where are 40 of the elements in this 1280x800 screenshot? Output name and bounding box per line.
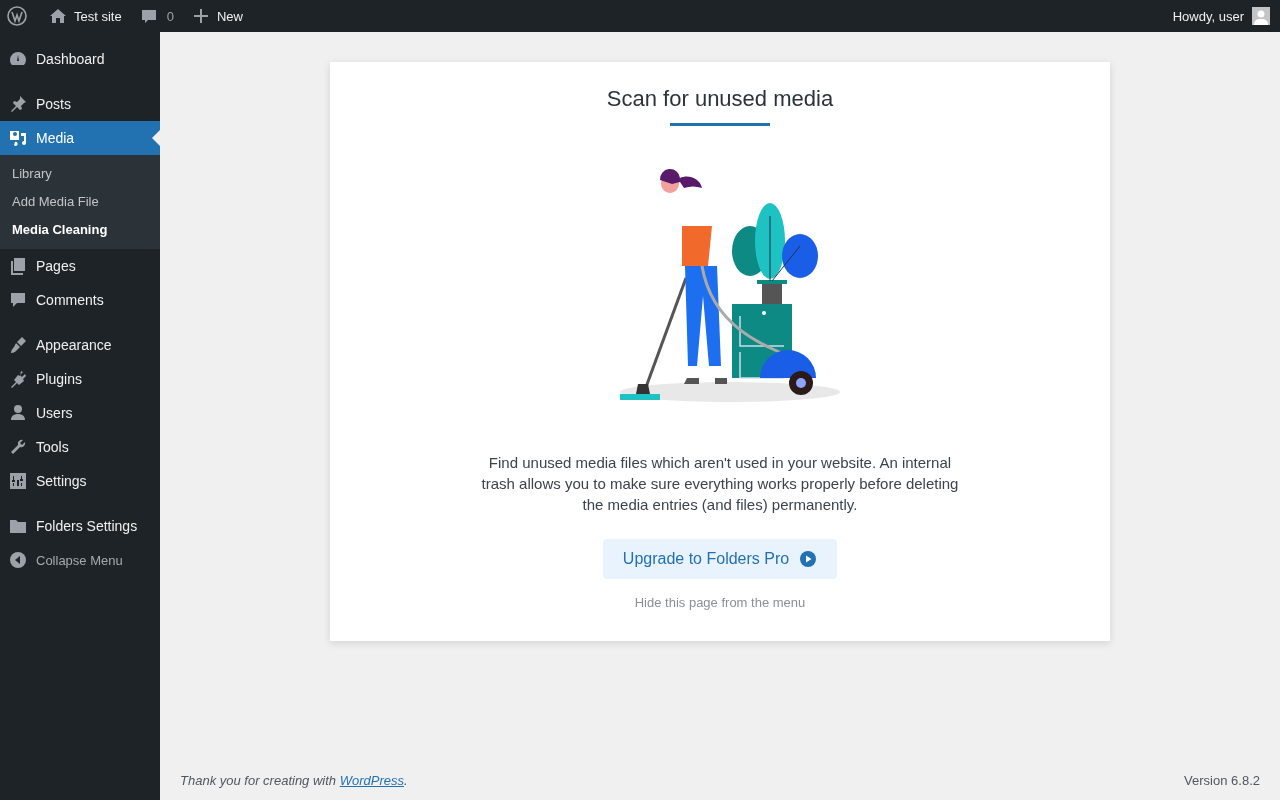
menu-item[interactable]: Settings bbox=[0, 464, 160, 498]
version-text: Version 6.8.2 bbox=[1184, 773, 1260, 788]
new-label: New bbox=[216, 8, 243, 24]
site-link[interactable]: Test site bbox=[41, 0, 132, 32]
upgrade-button[interactable]: Upgrade to Folders Pro bbox=[602, 539, 838, 579]
comment-count: 0 bbox=[166, 8, 174, 24]
submenu-item[interactable]: Add Media File bbox=[0, 188, 160, 216]
home-icon bbox=[48, 6, 68, 26]
submenu-item[interactable]: Media Cleaning bbox=[0, 216, 160, 244]
brush-icon bbox=[8, 335, 28, 355]
sliders-icon bbox=[8, 471, 28, 491]
greeting: Howdy, user bbox=[1172, 8, 1244, 24]
menu-item[interactable]: Appearance bbox=[0, 328, 160, 362]
collapse-icon bbox=[8, 550, 28, 570]
menu-item[interactable]: Folders Settings bbox=[0, 509, 160, 543]
wordpress-logo-icon[interactable] bbox=[7, 6, 27, 26]
play-circle-icon bbox=[799, 550, 818, 568]
site-name: Test site bbox=[74, 8, 122, 24]
menu-item[interactable]: Pages bbox=[0, 249, 160, 283]
card-title: Scan for unused media bbox=[606, 86, 834, 112]
menu-item[interactable]: Posts bbox=[0, 87, 160, 121]
collapse-menu-button[interactable]: Collapse Menu bbox=[0, 543, 160, 577]
media-icon bbox=[8, 128, 28, 148]
menu-item[interactable]: Tools bbox=[0, 430, 160, 464]
menu-item[interactable]: Media bbox=[0, 121, 160, 155]
menu-item[interactable]: Dashboard bbox=[0, 42, 160, 76]
wordpress-link[interactable]: WordPress bbox=[339, 773, 404, 788]
description-text: Find unused media files which aren't used in your website. An internal trash allows you to make sure everything works properly before deleting the media entries (and files) permanently. bbox=[480, 453, 960, 515]
comment-icon bbox=[8, 290, 28, 310]
menu-item[interactable]: Comments bbox=[0, 283, 160, 317]
menu-item[interactable]: Users bbox=[0, 396, 160, 430]
footer-thanks-text: Thank you for creating with WordPress. bbox=[180, 773, 408, 788]
account-link[interactable]: Howdy, user bbox=[1165, 0, 1280, 32]
pages-icon bbox=[8, 256, 28, 276]
comments-link[interactable]: 0 bbox=[131, 0, 184, 32]
new-link[interactable]: New bbox=[183, 0, 253, 32]
avatar-icon bbox=[1252, 7, 1270, 25]
menu-item[interactable]: Plugins bbox=[0, 362, 160, 396]
submenu-item[interactable]: Library bbox=[0, 160, 160, 188]
user-icon bbox=[8, 403, 28, 423]
